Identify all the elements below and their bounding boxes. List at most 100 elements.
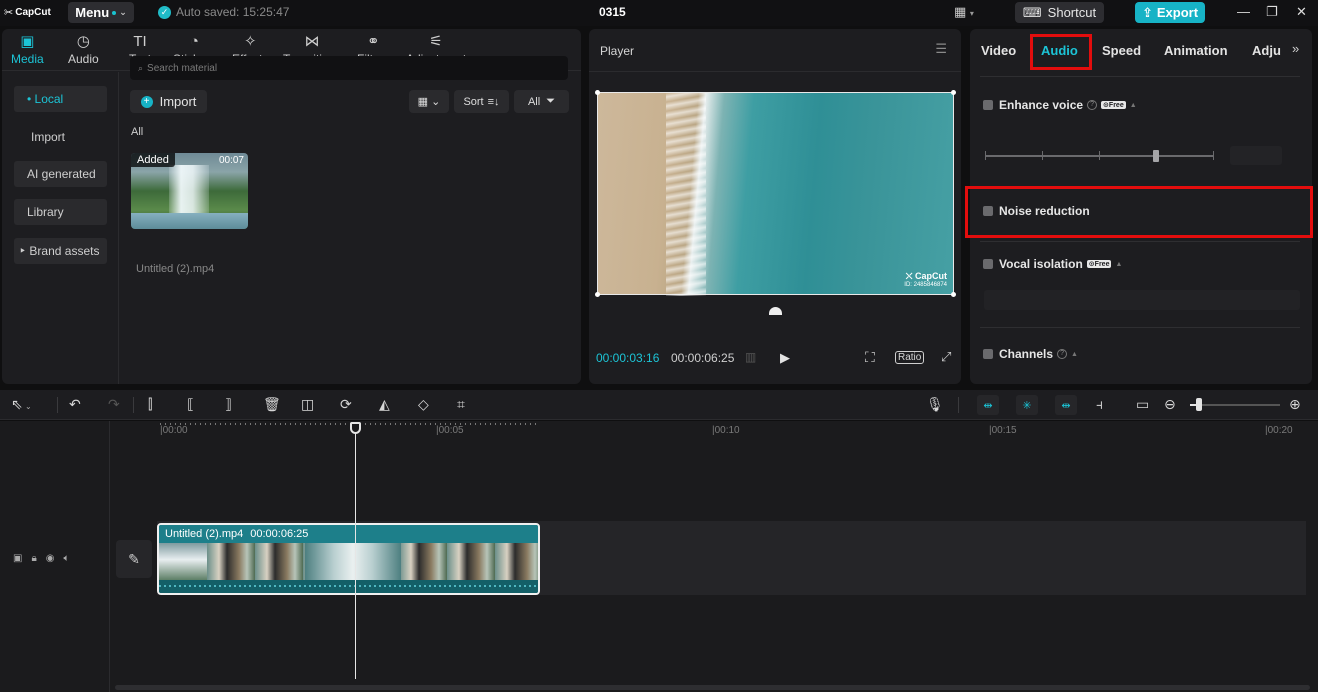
ruler-label: |00:10: [712, 425, 740, 436]
menu-button[interactable]: Menu ⌄: [68, 2, 134, 23]
title-bar: ✂ CapCut Menu ⌄ ✓ Auto saved: 15:25:47 0…: [0, 0, 1318, 26]
resize-handle[interactable]: [595, 292, 600, 297]
tab-adjustment-props[interactable]: Adju: [1252, 43, 1281, 58]
filter-button[interactable]: All ⏷: [514, 90, 569, 113]
media-item-thumbnail[interactable]: Added 00:07: [131, 153, 248, 229]
playhead-handle[interactable]: [350, 422, 361, 434]
select-cursor-icon[interactable]: ⇖ ⌄: [11, 396, 32, 413]
filters-icon: ⚭: [367, 33, 380, 50]
channels-checkbox[interactable]: [983, 349, 993, 359]
hamburger-menu-icon[interactable]: ☰: [935, 41, 947, 57]
media-icon: ▣: [20, 33, 35, 50]
playhead-line[interactable]: [355, 424, 356, 679]
video-preview[interactable]: ⛌ CapCut ID: 2485846874: [597, 92, 954, 296]
collapse-arrow-icon[interactable]: ▲: [1115, 261, 1122, 268]
clip-header: Untitled (2).mp4 00:00:06:25: [159, 525, 538, 543]
crop-icon[interactable]: ⌗: [457, 396, 465, 413]
undo-icon[interactable]: ↶: [69, 396, 81, 413]
ratio-button[interactable]: Ratio: [895, 351, 925, 364]
tab-audio[interactable]: ◷ Audio: [68, 32, 99, 66]
sidebar-item-ai-generated[interactable]: AI generated: [14, 161, 107, 187]
capcut-logo: ✂ CapCut: [4, 7, 51, 19]
capcut-logo-icon: ✂: [4, 7, 14, 19]
shortcut-button[interactable]: ⌨ Shortcut: [1015, 2, 1104, 23]
speaker-icon[interactable]: 🔈︎: [64, 553, 70, 564]
linkage-icon[interactable]: ⇹: [1055, 395, 1077, 415]
cover-edit-button[interactable]: ✎: [116, 540, 152, 578]
lock-icon[interactable]: 🔒︎: [31, 553, 36, 564]
divider: [980, 327, 1300, 328]
play-icon[interactable]: ▶: [780, 350, 790, 366]
track-cover-icon[interactable]: ▣: [13, 553, 22, 564]
close-icon[interactable]: ✕: [1296, 4, 1307, 20]
info-icon[interactable]: ?: [1057, 349, 1068, 359]
vocal-isolation-checkbox[interactable]: [983, 259, 993, 269]
caption-icon[interactable]: ▭: [1136, 396, 1149, 413]
slider-knob[interactable]: [1153, 150, 1159, 162]
channels-option[interactable]: Channels ? ▲: [983, 347, 1078, 361]
enhance-voice-value-input[interactable]: [1230, 146, 1282, 165]
split-left-icon[interactable]: ⟦: [187, 396, 194, 413]
enhance-voice-option[interactable]: Enhance voice ? ⊙Free ▲: [983, 98, 1137, 112]
sidebar-item-brand-assets[interactable]: ‣ Brand assets: [14, 238, 107, 264]
info-icon[interactable]: ?: [1087, 100, 1098, 110]
zoom-out-icon[interactable]: ⊖: [1164, 396, 1176, 413]
microphone-icon[interactable]: 🎙︎: [926, 396, 944, 413]
sidebar-item-local[interactable]: • Local: [14, 86, 107, 112]
collapse-arrow-icon[interactable]: ▲: [1130, 102, 1137, 109]
fullscreen-icon[interactable]: ⤢: [941, 349, 951, 365]
minimize-icon[interactable]: —: [1237, 4, 1250, 19]
export-button[interactable]: ⇪ Export: [1135, 2, 1205, 23]
total-time: 00:00:06:25: [671, 351, 735, 365]
delete-icon[interactable]: 🗑︎: [263, 396, 281, 413]
split-icon[interactable]: ⫿: [148, 396, 152, 413]
preview-axis-icon[interactable]: ⫞: [1096, 396, 1103, 413]
split-right-icon[interactable]: ⟧: [225, 396, 232, 413]
layout-icon[interactable]: ▦ ▾: [954, 4, 974, 20]
ruler-label: |00:20: [1265, 425, 1293, 436]
sort-button[interactable]: Sort ≡↓: [454, 90, 509, 113]
clip-thumbnails: [159, 543, 538, 580]
auto-snapping-icon[interactable]: ✳: [1016, 395, 1038, 415]
zoom-slider-knob[interactable]: [1196, 398, 1202, 411]
tab-video[interactable]: Video: [981, 43, 1016, 58]
collapse-arrow-icon[interactable]: ▲: [1071, 351, 1078, 358]
zoom-in-icon[interactable]: ⊕: [1289, 396, 1301, 413]
rotate-handle[interactable]: [769, 307, 782, 315]
timeline-clip[interactable]: Untitled (2).mp4 00:00:06:25: [157, 523, 540, 595]
divider: [980, 76, 1300, 77]
reverse-icon[interactable]: ⟳: [340, 396, 352, 413]
sidebar-item-import[interactable]: Import: [14, 124, 107, 150]
tab-media[interactable]: ▣ Media: [11, 32, 44, 66]
fit-screen-icon[interactable]: ⛶: [865, 349, 875, 366]
import-button[interactable]: + Import: [130, 90, 207, 113]
chevron-double-right-icon[interactable]: »: [1292, 41, 1299, 56]
restore-icon[interactable]: ❐: [1266, 4, 1278, 20]
vocal-isolation-option[interactable]: Vocal isolation ⊙Free ▲: [983, 257, 1122, 271]
pencil-icon: ✎: [128, 550, 140, 567]
resize-handle[interactable]: [951, 292, 956, 297]
current-time: 00:00:03:16: [596, 351, 660, 365]
view-mode-button[interactable]: ▦ ⌄: [409, 90, 449, 113]
tab-animation[interactable]: Animation: [1164, 43, 1228, 58]
timeline-grid-icon[interactable]: ▥: [745, 350, 756, 364]
tab-speed[interactable]: Speed: [1102, 43, 1141, 58]
search-input[interactable]: ⌕ Search material: [130, 56, 568, 80]
stickers-icon: ◔: [189, 33, 199, 50]
resize-handle[interactable]: [595, 90, 600, 95]
horizontal-scrollbar[interactable]: [115, 685, 1310, 690]
rotate-icon[interactable]: ◇: [418, 396, 429, 413]
mirror-icon[interactable]: ◭: [379, 396, 390, 413]
zoom-slider[interactable]: [1190, 404, 1280, 406]
vocal-isolation-select[interactable]: [984, 290, 1300, 310]
notification-dot: [112, 10, 117, 15]
resize-handle[interactable]: [951, 90, 956, 95]
wave-foam-graphic: [666, 93, 706, 296]
freeze-frame-icon[interactable]: ◫: [301, 396, 314, 413]
search-icon: ⌕: [138, 62, 144, 73]
main-track-magnet-icon[interactable]: ⇹: [977, 395, 999, 415]
redo-icon[interactable]: ↷: [108, 396, 120, 413]
sidebar-item-library[interactable]: Library: [14, 199, 107, 225]
enhance-voice-checkbox[interactable]: [983, 100, 993, 110]
eye-icon[interactable]: ◉: [46, 553, 55, 564]
